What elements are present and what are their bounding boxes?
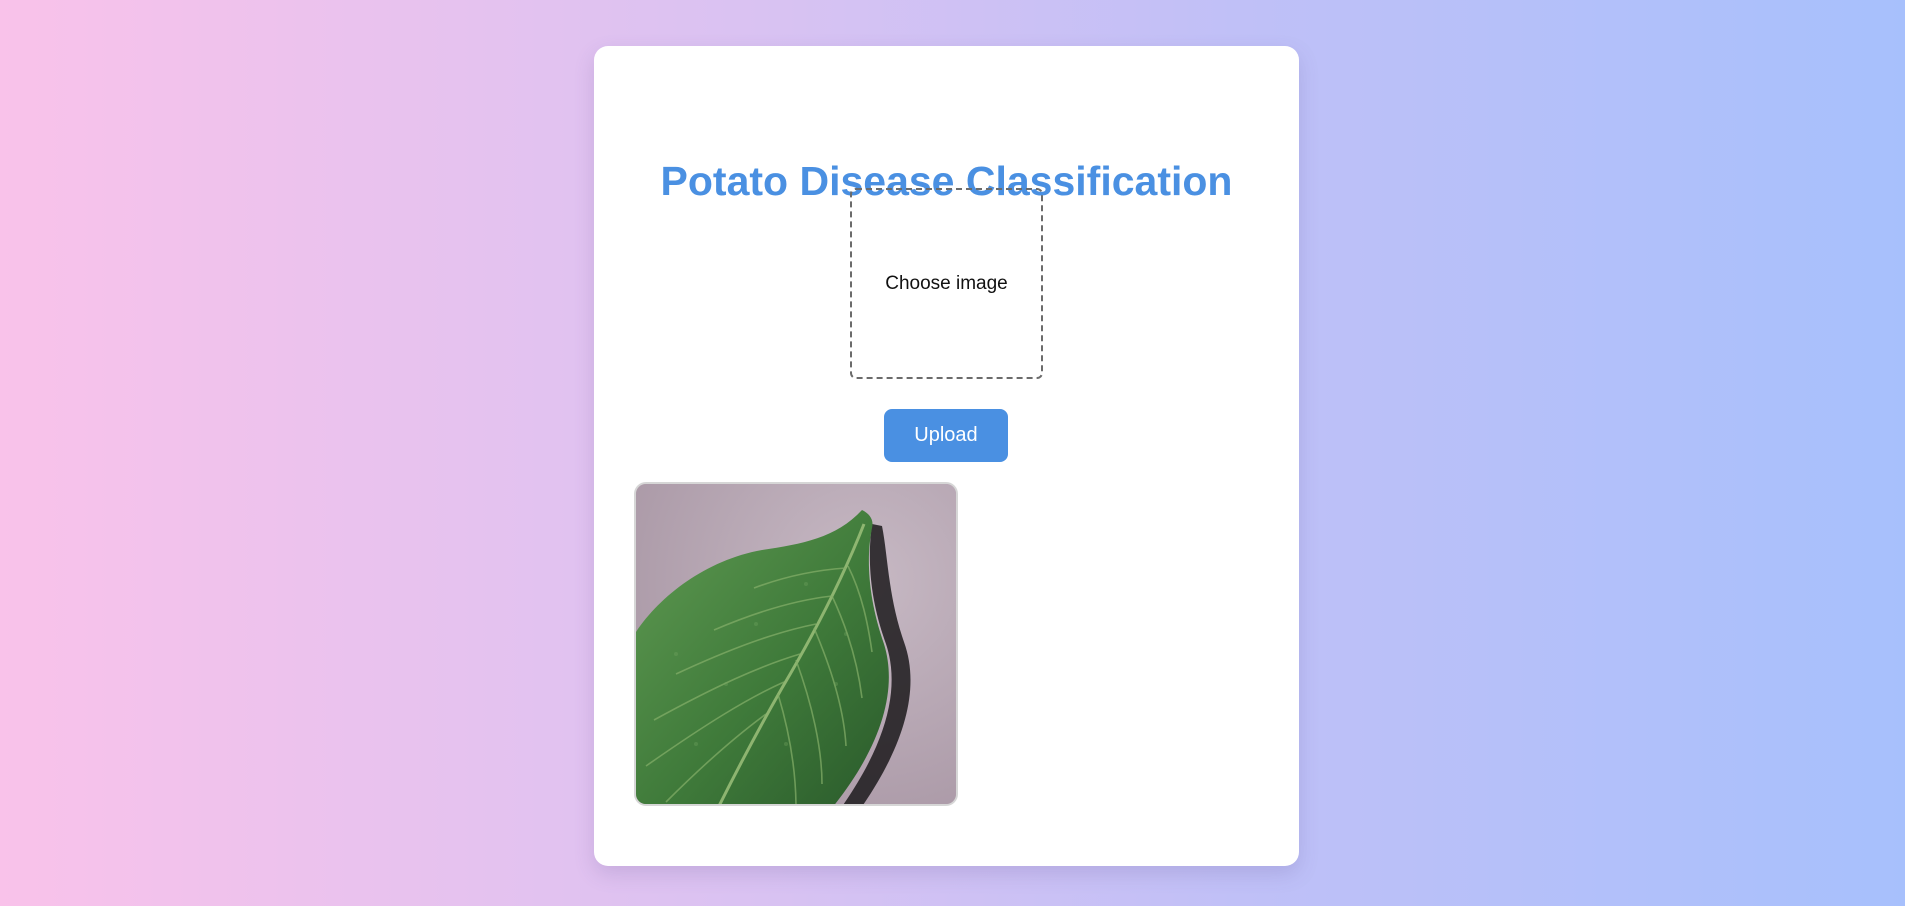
choose-image-dropzone[interactable]: Choose image xyxy=(850,188,1043,379)
upload-button[interactable]: Upload xyxy=(884,409,1008,462)
choose-image-label: Choose image xyxy=(885,272,1008,294)
image-preview xyxy=(634,482,958,806)
main-card: Potato Disease Classification Choose ima… xyxy=(594,46,1299,866)
potato-leaf-image xyxy=(636,484,956,804)
